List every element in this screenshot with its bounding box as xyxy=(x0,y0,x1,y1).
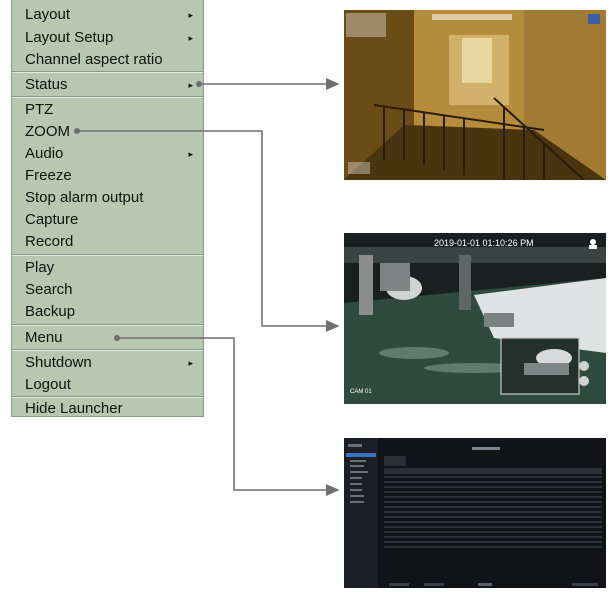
stairwell-image xyxy=(344,10,606,180)
channel-overlay: CAM 01 xyxy=(350,389,372,395)
setup-menu-preview xyxy=(344,438,606,588)
parking-garage-image xyxy=(344,233,606,404)
callout-line-menu xyxy=(117,337,340,496)
setup-menu-image xyxy=(344,438,606,588)
timestamp-overlay: 2019-01-01 01:10:26 PM xyxy=(434,238,534,248)
callout-line-zoom xyxy=(77,130,340,332)
status-camera-preview xyxy=(344,10,606,180)
zoom-camera-preview: 2019-01-01 01:10:26 PM CAM 01 xyxy=(344,233,606,404)
